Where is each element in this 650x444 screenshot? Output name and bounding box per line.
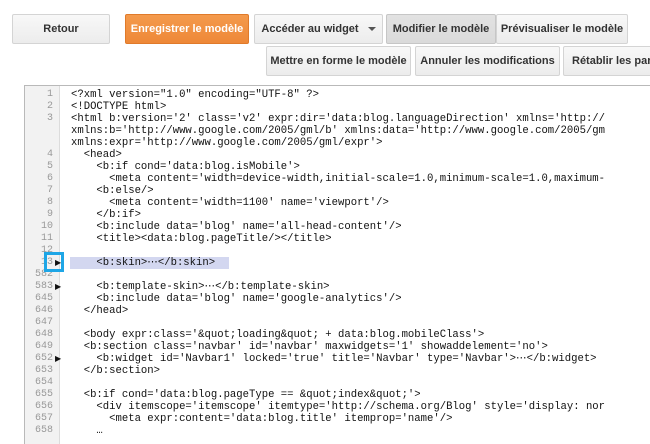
line-number: 1 [46, 89, 53, 100]
code-line[interactable]: xmlns:expr='http://www.google.com/2005/g… [71, 137, 383, 149]
code-line[interactable]: <b:include data='blog' name='all-head-co… [71, 221, 401, 233]
chevron-down-icon [367, 27, 376, 31]
line-number: 2 [46, 101, 53, 112]
line-number: 657 [34, 413, 53, 424]
line-number: 8 [46, 197, 53, 208]
line-number: 647 [34, 317, 53, 328]
restore-widgets-button[interactable]: Rétablir les para [563, 46, 650, 76]
code-line[interactable]: <html b:version='2' class='v2' expr:dir=… [71, 113, 605, 125]
code-line[interactable]: <title><data:blog.pageTitle/></title> [71, 233, 331, 245]
line-number: 649 [34, 341, 53, 352]
line-number: 648 [34, 329, 53, 340]
line-number: 653 [34, 365, 53, 376]
code-line[interactable]: <b:section class='navbar' id='navbar' ma… [71, 341, 548, 353]
code-line[interactable]: <b:if cond='data:blog.pageType == &quot;… [71, 389, 421, 401]
line-number: 7 [46, 185, 53, 196]
code-line[interactable]: <?xml version="1.0" encoding="UTF-8" ?> [71, 89, 319, 101]
revert-changes-button[interactable]: Annuler les modifications [415, 46, 560, 76]
fold-expand-icon[interactable]: ▶ [55, 281, 61, 293]
code-line[interactable]: <head> [71, 149, 122, 161]
code-line[interactable]: <b:else/> [71, 185, 153, 197]
line-number: 9 [46, 209, 53, 220]
line-number: 10 [40, 221, 53, 232]
save-template-button[interactable]: Enregistrer le modèle [125, 14, 249, 44]
code-line[interactable]: <b:widget id='Navbar1' locked='true' tit… [71, 353, 596, 365]
line-number: 652 [34, 353, 53, 364]
expand-marker-highlight [44, 252, 64, 272]
preview-template-tab[interactable]: Prévisualiser le modèle [496, 14, 628, 44]
line-number: 11 [40, 233, 53, 244]
line-number: 5 [46, 161, 53, 172]
line-number: 3 [46, 113, 53, 124]
edit-template-tab[interactable]: Modifier le modèle [386, 14, 496, 44]
code-line[interactable]: </head> [71, 305, 129, 317]
code-line[interactable]: … [71, 425, 102, 437]
line-number: 646 [34, 305, 53, 316]
jump-to-widget-label: Accéder au widget [261, 23, 359, 35]
line-number: 4 [46, 149, 53, 160]
line-number: 655 [34, 389, 53, 400]
code-line[interactable]: </b:section> [71, 365, 160, 377]
code-line[interactable]: <meta content='width=1100' name='viewpor… [71, 197, 389, 209]
line-number: 656 [34, 401, 53, 412]
code-line[interactable]: <body expr:class='&quot;loading&quot; + … [71, 329, 485, 341]
code-line[interactable]: <meta content='width=device-width,initia… [71, 173, 605, 185]
code-line[interactable]: xmlns:b='http://www.google.com/2005/gml/… [71, 125, 605, 137]
code-line[interactable]: <b:skin>⋯</b:skin> [71, 257, 215, 269]
code-line[interactable]: <b:template-skin>⋯</b:template-skin> [71, 281, 329, 293]
code-line[interactable]: </b:if> [71, 209, 141, 221]
code-line[interactable]: <div itemscope='itemscope' itemtype='htt… [71, 401, 605, 413]
code-line[interactable]: <!DOCTYPE html> [71, 101, 166, 113]
fold-expand-icon[interactable]: ▶ [55, 353, 61, 365]
line-number: 6 [46, 173, 53, 184]
line-number: 658 [34, 425, 53, 436]
format-template-button[interactable]: Mettre en forme le modèle [266, 46, 411, 76]
code-editor[interactable]: 1 2 3 4 5 6 7 8 9 10 11 12 13 582 583 645 646 647 648 649 65… [24, 85, 650, 444]
back-button[interactable]: Retour [12, 14, 110, 44]
line-number: 654 [34, 377, 53, 388]
code-line[interactable]: <meta expr:content='data:blog.title' ite… [71, 413, 452, 425]
jump-to-widget-dropdown[interactable]: Accéder au widget [254, 14, 383, 44]
code-line[interactable]: <b:include data='blog' name='google-anal… [71, 293, 401, 305]
line-number: 645 [34, 293, 53, 304]
line-number: 583 [34, 281, 53, 292]
code-line[interactable]: <b:if cond='data:blog.isMobile'> [71, 161, 299, 173]
